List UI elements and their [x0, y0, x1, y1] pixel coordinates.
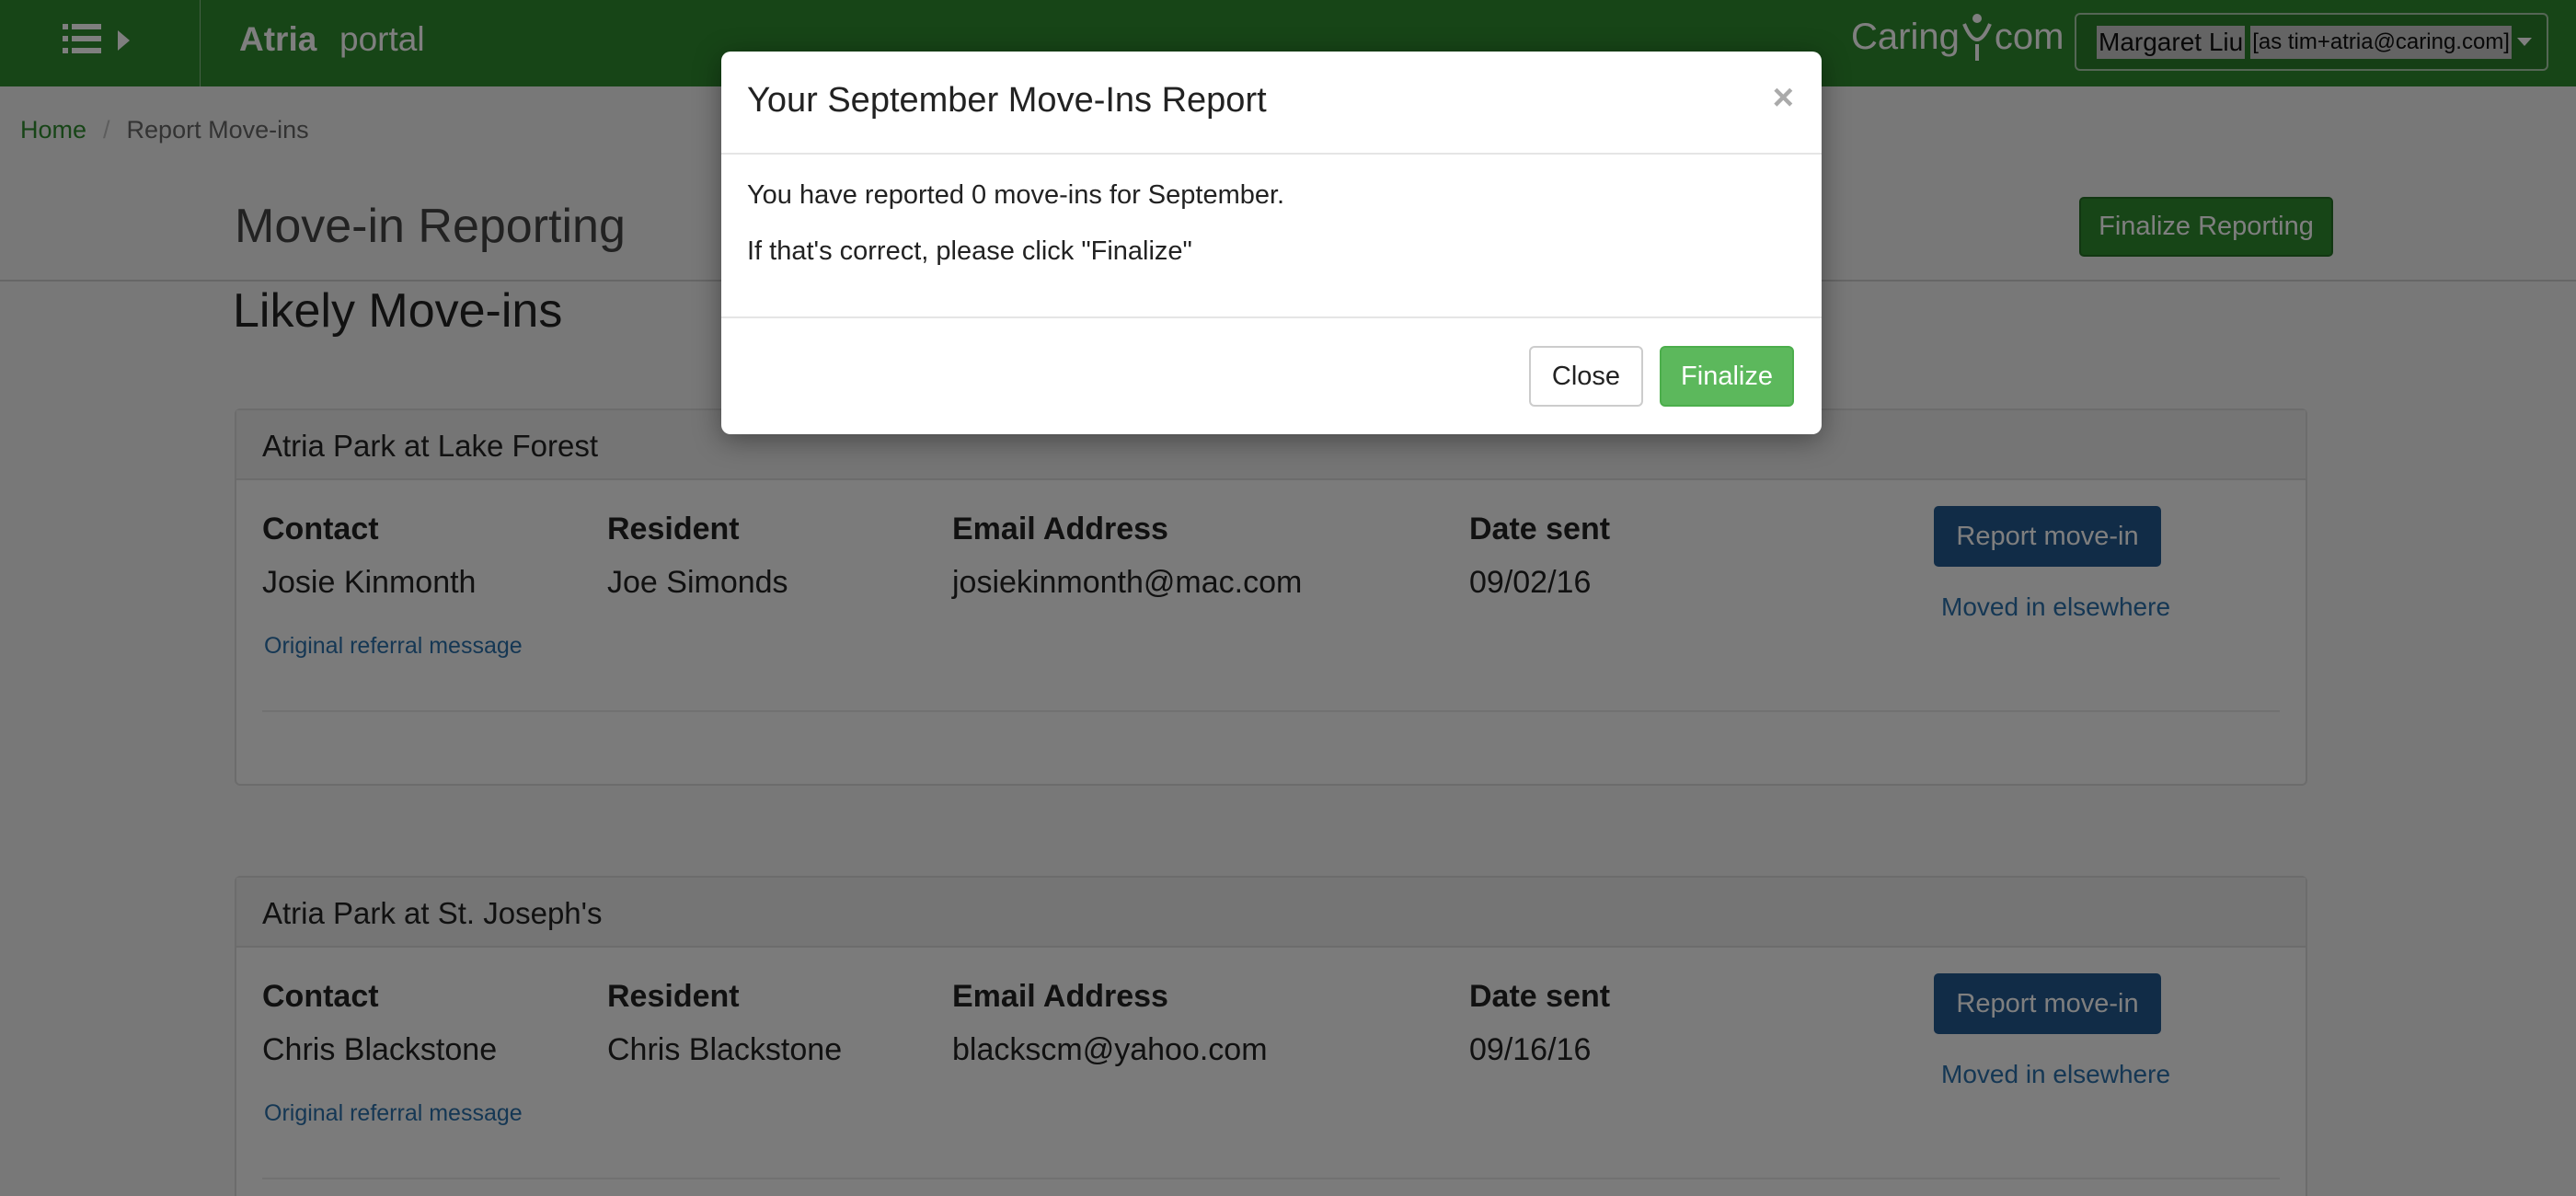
modal-footer: Close Finalize [721, 316, 1822, 434]
modal-header: Your September Move-Ins Report × [721, 52, 1822, 155]
report-modal: Your September Move-Ins Report × You hav… [721, 52, 1822, 434]
modal-title: Your September Move-Ins Report [747, 81, 1267, 120]
modal-body: You have reported 0 move-ins for Septemb… [747, 180, 1284, 293]
modal-message-line1: You have reported 0 move-ins for Septemb… [747, 180, 1285, 210]
modal-message-line2: If that's correct, please click "Finaliz… [747, 236, 1192, 266]
close-icon[interactable]: × [1773, 77, 1794, 119]
finalize-button[interactable]: Finalize [1660, 346, 1794, 407]
close-button[interactable]: Close [1529, 346, 1643, 407]
